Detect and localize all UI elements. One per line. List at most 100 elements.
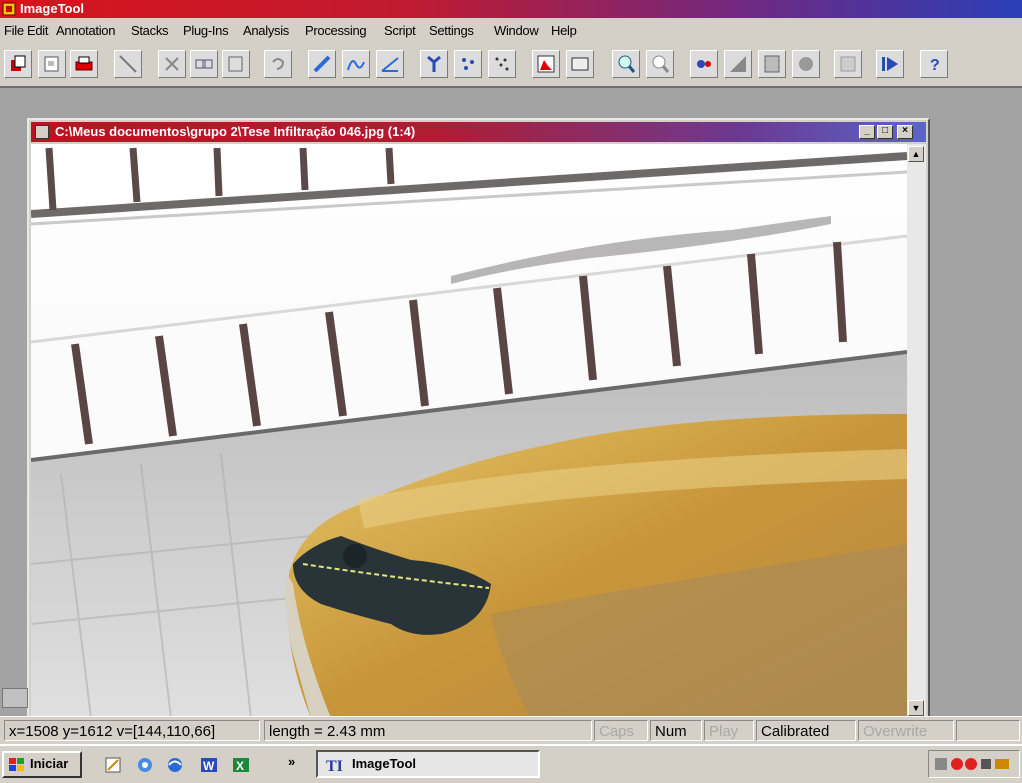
- scroll-down-button[interactable]: ▼: [908, 700, 924, 716]
- start-button[interactable]: Iniciar: [2, 751, 82, 778]
- menu-settings[interactable]: Settings: [429, 23, 474, 38]
- histogram-button[interactable]: [532, 50, 560, 78]
- calibrated-indicator: Calibrated: [756, 720, 856, 741]
- calc-icon: [764, 55, 780, 73]
- menu-annotation[interactable]: Annotation: [56, 23, 115, 38]
- open-button[interactable]: [38, 50, 66, 78]
- play-button[interactable]: [876, 50, 904, 78]
- undo-button[interactable]: [264, 50, 292, 78]
- maximize-button[interactable]: □: [877, 125, 893, 139]
- menu-stacks[interactable]: Stacks: [131, 23, 169, 38]
- cut-icon: [165, 57, 179, 71]
- app-title: ImageTool: [20, 1, 85, 16]
- word-quicklaunch-icon[interactable]: W: [200, 756, 218, 774]
- copy-button[interactable]: [190, 50, 218, 78]
- specimen-photo: [31, 144, 907, 718]
- zoom-in-icon: [618, 55, 636, 73]
- cut-button[interactable]: [158, 50, 186, 78]
- document-icon: [35, 125, 49, 139]
- main-toolbar: ?: [0, 44, 1022, 88]
- undo-icon: [272, 58, 285, 70]
- calc-button[interactable]: [758, 50, 786, 78]
- play-indicator: Play: [704, 720, 754, 741]
- task-label: ImageTool: [352, 756, 417, 771]
- quicklaunch-more-chevron[interactable]: »: [288, 754, 295, 769]
- caps-indicator: Caps: [594, 720, 648, 741]
- scroll-up-button[interactable]: ▲: [908, 146, 924, 162]
- pie-button[interactable]: [792, 50, 820, 78]
- menu-bar: File Edit Annotation Stacks Plug-Ins Ana…: [0, 18, 1022, 44]
- status-bar: x=1508 y=1612 v=[144,110,66] length = 2.…: [0, 716, 1022, 744]
- browser-quicklaunch-icon[interactable]: [166, 756, 184, 774]
- tree-button[interactable]: [420, 50, 448, 78]
- texture-button[interactable]: [834, 50, 862, 78]
- menu-file[interactable]: File: [4, 23, 24, 38]
- system-tray: [928, 750, 1020, 778]
- new-doc-icon: [11, 55, 26, 71]
- excel-quicklaunch-icon[interactable]: X: [232, 756, 250, 774]
- texture-icon: [840, 56, 856, 72]
- angle-icon: [381, 57, 399, 72]
- play-icon: [882, 57, 898, 71]
- imagetool-task-icon: TI: [326, 758, 343, 774]
- image-info-button[interactable]: [566, 50, 594, 78]
- spot-button[interactable]: [454, 50, 482, 78]
- image-info-icon: [571, 57, 589, 71]
- help-icon: ?: [930, 57, 940, 74]
- tray-icons[interactable]: [933, 755, 1015, 773]
- vertical-scrollbar[interactable]: ▲ ▼: [907, 144, 926, 718]
- gray-button[interactable]: [724, 50, 752, 78]
- gray-icon: [730, 56, 746, 72]
- menu-help[interactable]: Help: [551, 23, 577, 38]
- paste-button[interactable]: [222, 50, 250, 78]
- svg-text:X: X: [236, 759, 244, 773]
- menu-analysis[interactable]: Analysis: [243, 23, 289, 38]
- document-title: C:\Meus documentos\grupo 2\Tese Infiltra…: [55, 124, 416, 139]
- dots-icon: [495, 57, 509, 71]
- measurement-readout: length = 2.43 mm: [264, 720, 592, 741]
- zoom-in-button[interactable]: [612, 50, 640, 78]
- menu-edit[interactable]: Edit: [27, 23, 49, 38]
- tree-icon: [427, 55, 441, 72]
- minimize-button[interactable]: _: [859, 125, 875, 139]
- pen-button[interactable]: [308, 50, 336, 78]
- menu-script[interactable]: Script: [384, 23, 416, 38]
- angle-button[interactable]: [376, 50, 404, 78]
- line-icon: [119, 55, 137, 73]
- paste-icon: [228, 56, 243, 72]
- menu-window[interactable]: Window: [494, 23, 539, 38]
- help-button[interactable]: ?: [920, 50, 948, 78]
- num-indicator: Num: [650, 720, 702, 741]
- status-empty-cell: [956, 720, 1020, 741]
- app-titlebar[interactable]: ImageTool: [0, 0, 1022, 18]
- line-tool-button[interactable]: [114, 50, 142, 78]
- svg-text:W: W: [203, 759, 215, 773]
- open-icon: [44, 56, 59, 72]
- overwrite-indicator: Overwrite: [858, 720, 954, 741]
- blob-button[interactable]: [690, 50, 718, 78]
- pie-icon: [799, 57, 813, 71]
- document-titlebar[interactable]: C:\Meus documentos\grupo 2\Tese Infiltra…: [31, 122, 926, 142]
- windows-logo-icon: [9, 758, 24, 771]
- minimized-window-icon[interactable]: [2, 688, 28, 708]
- pen-icon: [313, 55, 331, 73]
- image-canvas[interactable]: [31, 144, 907, 718]
- histogram-icon: [537, 55, 555, 73]
- zoom-out-button[interactable]: [646, 50, 674, 78]
- blob-icon: [697, 60, 711, 68]
- close-button[interactable]: ×: [897, 125, 913, 139]
- dots-button[interactable]: [488, 50, 516, 78]
- network-quicklaunch-icon[interactable]: [136, 756, 154, 774]
- freehand-button[interactable]: [342, 50, 370, 78]
- menu-processing[interactable]: Processing: [305, 23, 367, 38]
- edit-quicklaunch-icon[interactable]: [104, 756, 122, 774]
- new-doc-button[interactable]: [4, 50, 32, 78]
- menu-plugins[interactable]: Plug-Ins: [183, 23, 229, 38]
- print-button[interactable]: [70, 50, 98, 78]
- spot-icon: [462, 58, 474, 70]
- imagetool-task-button[interactable]: TI ImageTool: [316, 750, 540, 778]
- imagetool-app-icon: [2, 2, 16, 16]
- image-document-window[interactable]: C:\Meus documentos\grupo 2\Tese Infiltra…: [27, 118, 930, 718]
- svg-text:?: ?: [930, 57, 940, 74]
- windows-taskbar: Iniciar W X » TI ImageTool: [0, 744, 1022, 783]
